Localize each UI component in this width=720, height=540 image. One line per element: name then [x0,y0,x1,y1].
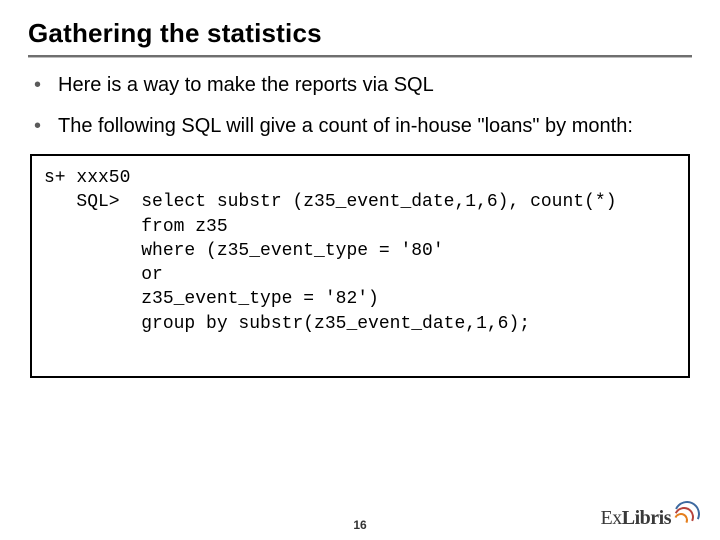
bullet-item: The following SQL will give a count of i… [32,113,692,140]
logo-arcs-icon [674,505,696,527]
sql-code-block: s+ xxx50 SQL> select substr (z35_event_d… [30,154,690,378]
title-underline [28,55,692,58]
bullet-list: Here is a way to make the reports via SQ… [32,72,692,140]
bullet-item: Here is a way to make the reports via SQ… [32,72,692,99]
logo-text: ExLibris [601,507,671,530]
slide-title: Gathering the statistics [28,18,692,55]
exlibris-logo: ExLibris [601,505,696,530]
slide: Gathering the statistics Here is a way t… [0,0,720,540]
